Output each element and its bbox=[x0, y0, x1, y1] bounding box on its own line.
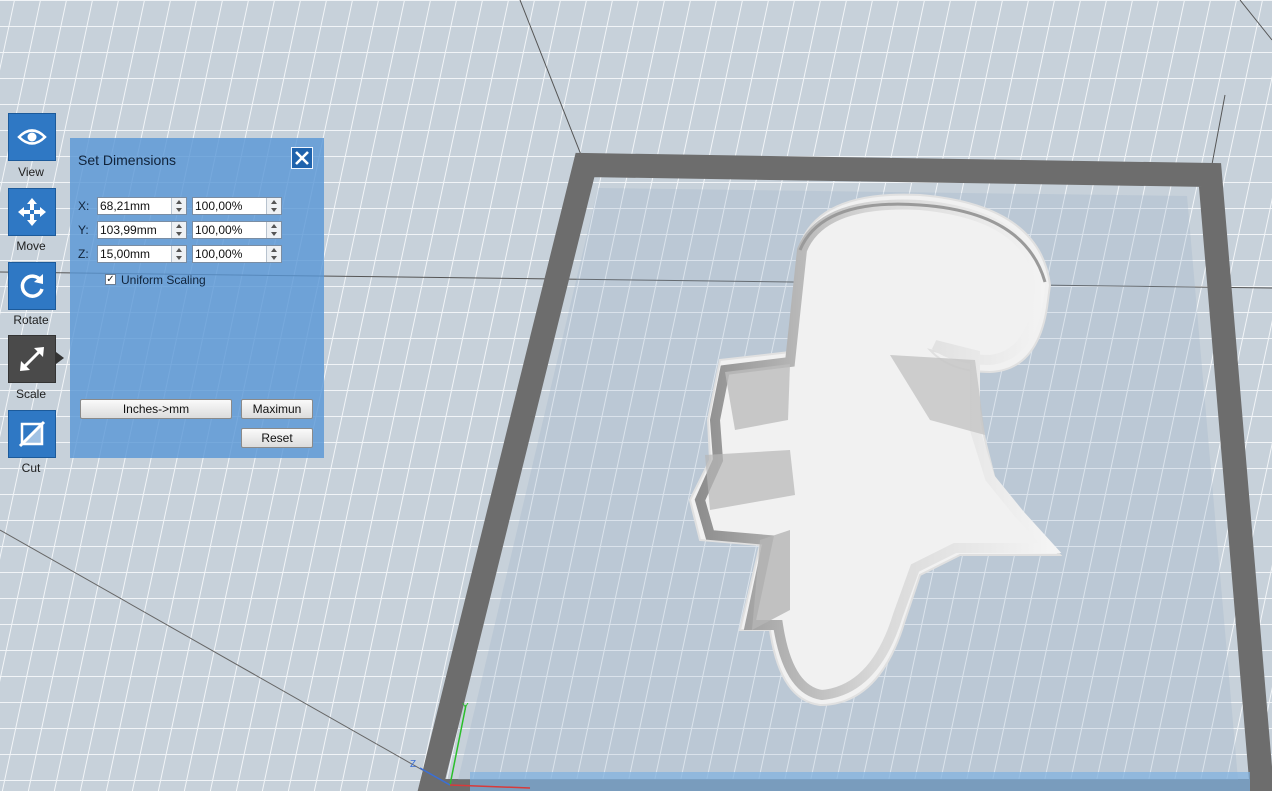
scale-tool-label: Scale bbox=[15, 387, 47, 401]
cut-tool-button[interactable] bbox=[8, 410, 56, 458]
y-percent-spinbox[interactable]: 100,00% bbox=[192, 221, 282, 239]
x-size-spinbox[interactable]: 68,21mm bbox=[97, 197, 187, 215]
set-dimensions-panel: Set Dimensions X: 68,21mm 100,00% Y: 103… bbox=[70, 138, 324, 458]
z-size-spinbox[interactable]: 15,00mm bbox=[97, 245, 187, 263]
y-axis-label: Y bbox=[462, 702, 469, 713]
y-percent-value: 100,00% bbox=[195, 223, 243, 237]
move-tool-button[interactable] bbox=[8, 188, 56, 236]
y-size-spinbox[interactable]: 103,99mm bbox=[97, 221, 187, 239]
z-percent-value: 100,00% bbox=[195, 247, 243, 261]
x-percent-stepper[interactable] bbox=[266, 198, 281, 214]
y-percent-stepper[interactable] bbox=[266, 222, 281, 238]
axis-label-z: Z: bbox=[78, 247, 89, 261]
close-icon bbox=[295, 151, 309, 165]
close-panel-button[interactable] bbox=[291, 147, 313, 169]
axis-label-x: X: bbox=[78, 199, 90, 213]
cut-tool-label: Cut bbox=[21, 461, 41, 475]
y-size-value: 103,99mm bbox=[100, 223, 157, 237]
z-percent-spinbox[interactable]: 100,00% bbox=[192, 245, 282, 263]
panel-title: Set Dimensions bbox=[78, 152, 177, 168]
scale-tool-button[interactable] bbox=[8, 335, 56, 383]
maximun-button[interactable]: Maximun bbox=[241, 399, 313, 419]
x-percent-value: 100,00% bbox=[195, 199, 243, 213]
rotate-tool-button[interactable] bbox=[8, 262, 56, 310]
rotate-tool-label: Rotate bbox=[13, 313, 49, 327]
move-arrows-icon bbox=[18, 198, 46, 226]
active-tool-indicator bbox=[56, 352, 64, 364]
x-size-stepper[interactable] bbox=[171, 198, 186, 214]
view-tool-button[interactable] bbox=[8, 113, 56, 161]
eye-icon bbox=[17, 129, 47, 145]
reset-button[interactable]: Reset bbox=[241, 428, 313, 448]
x-size-value: 68,21mm bbox=[100, 199, 151, 213]
rotate-icon bbox=[20, 274, 44, 298]
x-percent-spinbox[interactable]: 100,00% bbox=[192, 197, 282, 215]
axis-label-y: Y: bbox=[78, 223, 89, 237]
scale-icon bbox=[20, 347, 44, 371]
z-size-stepper[interactable] bbox=[171, 246, 186, 262]
z-axis-label: Z bbox=[410, 759, 416, 770]
inches-to-mm-button[interactable]: Inches->mm bbox=[80, 399, 232, 419]
z-size-value: 15,00mm bbox=[100, 247, 151, 261]
view-tool-label: View bbox=[18, 165, 44, 179]
cut-icon bbox=[18, 420, 46, 448]
z-percent-stepper[interactable] bbox=[266, 246, 281, 262]
move-tool-label: Move bbox=[16, 239, 46, 253]
uniform-scaling-label: Uniform Scaling bbox=[121, 273, 206, 287]
y-size-stepper[interactable] bbox=[171, 222, 186, 238]
uniform-scaling-checkbox[interactable]: ✓ bbox=[105, 274, 116, 285]
